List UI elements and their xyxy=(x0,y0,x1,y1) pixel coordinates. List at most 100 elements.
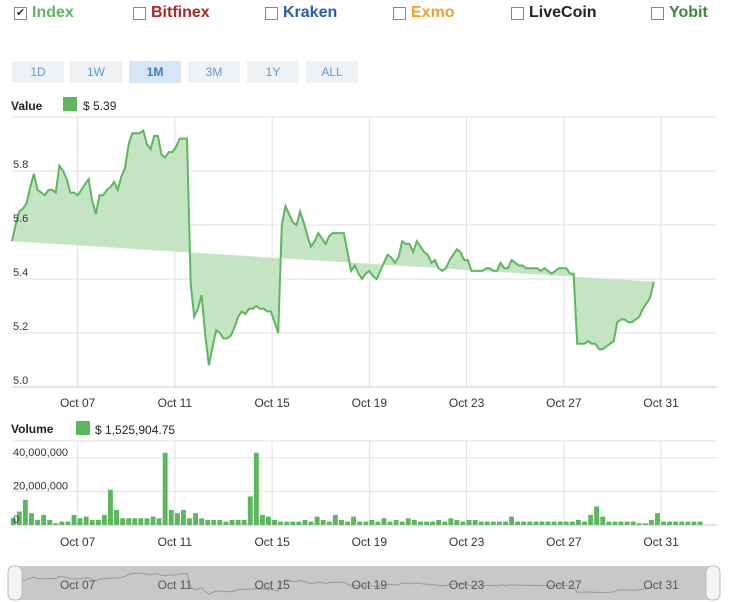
volume-bar[interactable] xyxy=(612,521,618,525)
volume-bar[interactable] xyxy=(138,518,144,525)
volume-bar[interactable] xyxy=(302,520,308,525)
volume-bar[interactable] xyxy=(193,513,198,525)
volume-bar[interactable] xyxy=(533,521,539,525)
volume-bar[interactable] xyxy=(618,521,624,525)
volume-bar[interactable] xyxy=(47,520,53,525)
volume-bar[interactable] xyxy=(205,520,211,525)
volume-bar[interactable] xyxy=(22,499,28,525)
volume-bar[interactable] xyxy=(290,521,296,525)
volume-bar[interactable] xyxy=(114,509,119,525)
volume-bar[interactable] xyxy=(59,521,65,525)
volume-bar[interactable] xyxy=(393,520,399,525)
volume-bar[interactable] xyxy=(266,516,271,525)
volume-bar[interactable] xyxy=(655,513,660,525)
volume-bar[interactable] xyxy=(247,496,253,525)
volume-bar[interactable] xyxy=(150,516,156,525)
volume-bar[interactable] xyxy=(521,521,527,525)
volume-bar[interactable] xyxy=(466,520,472,525)
volume-bar[interactable] xyxy=(278,521,284,525)
volume-bar[interactable] xyxy=(65,521,71,525)
volume-bar[interactable] xyxy=(606,521,612,525)
volume-bar[interactable] xyxy=(211,520,217,525)
volume-bar[interactable] xyxy=(576,520,581,525)
volume-bar[interactable] xyxy=(691,521,697,525)
volume-bar[interactable] xyxy=(229,520,235,525)
volume-bar[interactable] xyxy=(527,521,533,525)
volume-bar[interactable] xyxy=(679,521,685,525)
volume-bar[interactable] xyxy=(418,521,423,525)
volume-bar[interactable] xyxy=(314,516,320,525)
volume-bar[interactable] xyxy=(472,520,478,525)
range-navigator[interactable]: Oct 07 Oct 11 Oct 15 Oct 19 Oct 23 Oct 27 Oct … xyxy=(7,565,721,601)
volume-bar[interactable] xyxy=(399,521,405,525)
volume-bar[interactable] xyxy=(369,520,375,525)
volume-bar[interactable] xyxy=(497,521,502,525)
volume-bar[interactable] xyxy=(363,521,369,525)
volume-bar[interactable] xyxy=(545,521,551,525)
volume-bar[interactable] xyxy=(108,489,113,525)
volume-bar[interactable] xyxy=(484,521,490,525)
volume-bar[interactable] xyxy=(187,518,192,525)
volume-bar[interactable] xyxy=(181,509,186,525)
volume-bar[interactable] xyxy=(351,516,356,525)
volume-bar[interactable] xyxy=(551,521,557,525)
volume-bar[interactable] xyxy=(381,518,387,525)
volume-bar[interactable] xyxy=(375,521,381,525)
volume-bar[interactable] xyxy=(89,520,95,525)
volume-bar[interactable] xyxy=(661,521,666,525)
volume-bar[interactable] xyxy=(35,520,40,525)
volume-bar[interactable] xyxy=(509,516,514,525)
volume-bar[interactable] xyxy=(284,521,290,525)
volume-bar[interactable] xyxy=(41,514,47,525)
volume-bar[interactable] xyxy=(503,521,508,525)
volume-bar[interactable] xyxy=(636,523,642,525)
navigator-right-handle[interactable] xyxy=(705,565,721,601)
volume-bar[interactable] xyxy=(53,523,59,525)
volume-bar[interactable] xyxy=(126,518,132,525)
volume-bar[interactable] xyxy=(478,521,484,525)
volume-bar[interactable] xyxy=(77,518,83,525)
volume-bar[interactable] xyxy=(588,514,594,525)
volume-bar[interactable] xyxy=(345,521,350,525)
navigator-left-handle[interactable] xyxy=(7,565,23,601)
volume-bar[interactable] xyxy=(515,521,521,525)
volume-bar[interactable] xyxy=(667,521,673,525)
volume-bar[interactable] xyxy=(430,521,435,525)
volume-bar[interactable] xyxy=(569,521,575,525)
volume-bar[interactable] xyxy=(260,514,265,525)
volume-bar[interactable] xyxy=(442,521,448,525)
volume-bar[interactable] xyxy=(162,452,168,525)
volume-bar[interactable] xyxy=(357,521,363,525)
volume-bar[interactable] xyxy=(326,521,332,525)
volume-bar[interactable] xyxy=(405,518,411,525)
volume-bar[interactable] xyxy=(253,452,259,525)
volume-bar[interactable] xyxy=(436,520,442,525)
volume-bar[interactable] xyxy=(272,520,277,525)
volume-bar[interactable] xyxy=(29,513,34,525)
volume-bar[interactable] xyxy=(648,520,654,525)
volume-bar[interactable] xyxy=(424,521,429,525)
volume-bar[interactable] xyxy=(630,521,636,525)
volume-bar[interactable] xyxy=(624,521,630,525)
volume-bar[interactable] xyxy=(71,514,77,525)
volume-bar[interactable] xyxy=(83,516,89,525)
volume-bar[interactable] xyxy=(174,513,180,525)
volume-bar[interactable] xyxy=(563,521,569,525)
volume-bar[interactable] xyxy=(411,520,417,525)
volume-bar[interactable] xyxy=(697,521,703,525)
volume-bar[interactable] xyxy=(460,521,466,525)
volume-bar[interactable] xyxy=(448,518,454,525)
volume-bar[interactable] xyxy=(320,520,326,525)
volume-bar[interactable] xyxy=(332,514,338,525)
volume-bar[interactable] xyxy=(199,518,205,525)
price-volume-charts[interactable]: 5.0 5.2 5.4 5.6 5.8 Oct 07 Oct 11 Oct 15 Oct 19… xyxy=(0,0,733,602)
volume-bar[interactable] xyxy=(454,520,460,525)
volume-bar[interactable] xyxy=(673,521,679,525)
volume-bar[interactable] xyxy=(217,520,223,525)
volume-bar[interactable] xyxy=(241,520,247,525)
volume-bar[interactable] xyxy=(168,509,174,525)
volume-bar[interactable] xyxy=(582,521,587,525)
volume-bar[interactable] xyxy=(339,520,344,525)
volume-bar[interactable] xyxy=(685,521,691,525)
volume-bar[interactable] xyxy=(235,520,241,525)
